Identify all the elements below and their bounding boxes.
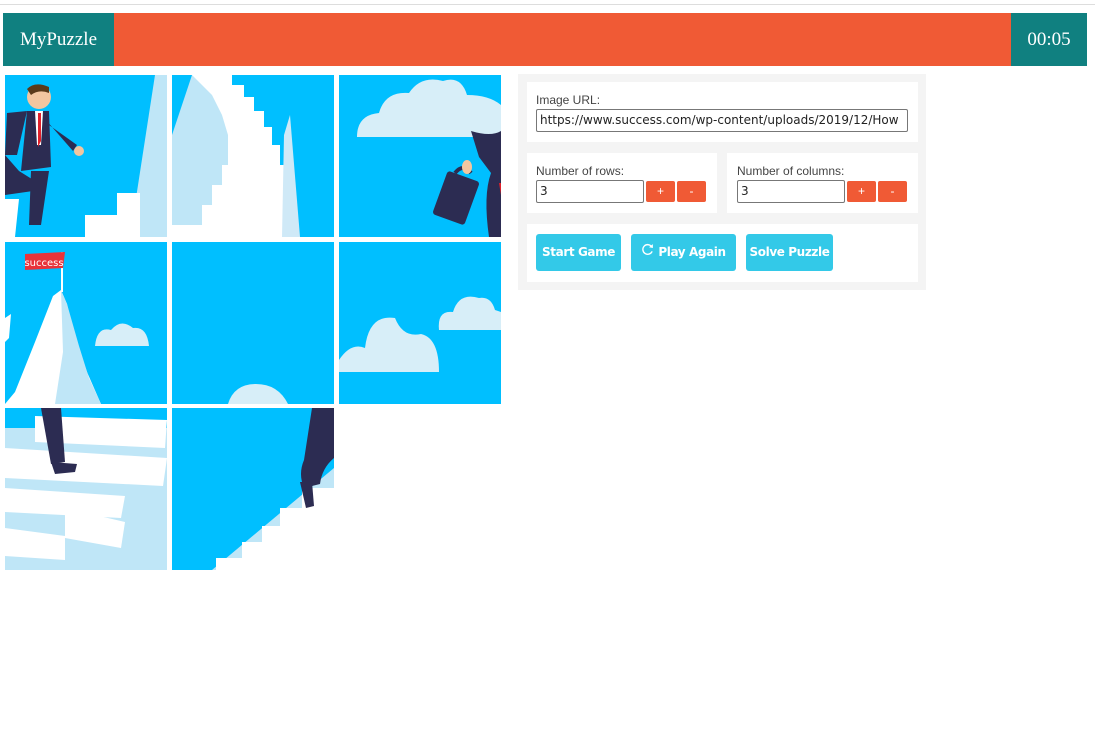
controls-panel: Image URL: https://www.success.com/wp-co… — [518, 74, 926, 290]
puzzle-tile[interactable] — [339, 75, 501, 237]
rows-card: Number of rows: 3 + - — [527, 153, 717, 213]
rows-increment-button[interactable]: + — [646, 181, 675, 202]
puzzle-tile[interactable] — [172, 75, 334, 237]
image-url-input[interactable]: https://www.success.com/wp-content/uploa… — [536, 109, 908, 132]
tile-clouds-image — [339, 242, 501, 404]
app-brand: MyPuzzle — [3, 13, 114, 66]
rows-label: Number of rows: — [536, 164, 625, 178]
puzzle-tile[interactable] — [172, 408, 334, 570]
columns-increment-button[interactable]: + — [847, 181, 876, 202]
tile-sky-image — [172, 242, 334, 404]
flag-label: success — [24, 258, 63, 269]
refresh-icon — [641, 234, 654, 271]
tile-cloud-briefcase-image — [339, 75, 501, 237]
start-game-button[interactable]: Start Game — [536, 234, 621, 271]
empty-slot[interactable] — [339, 408, 501, 570]
play-again-label: Play Again — [658, 245, 726, 259]
tile-peak-flag-image: success — [5, 242, 167, 404]
window-top-border — [0, 4, 1095, 5]
rows-input[interactable]: 3 — [536, 180, 644, 203]
tile-man-running-image — [5, 75, 167, 237]
puzzle-tile[interactable] — [5, 75, 167, 237]
puzzle-tile[interactable] — [339, 242, 501, 404]
columns-card: Number of columns: 3 + - — [727, 153, 918, 213]
puzzle-tile[interactable] — [172, 242, 334, 404]
tile-stairs-foot-image — [5, 408, 167, 570]
tile-staircase-image — [172, 75, 334, 237]
app-header: MyPuzzle 00:05 — [3, 13, 1087, 66]
image-url-label: Image URL: — [536, 93, 601, 107]
tile-stairs-legs-image — [172, 408, 334, 570]
game-timer: 00:05 — [1011, 13, 1087, 66]
puzzle-tile[interactable]: success — [5, 242, 167, 404]
image-url-card: Image URL: https://www.success.com/wp-co… — [527, 82, 918, 142]
puzzle-board: success — [5, 75, 502, 571]
columns-input[interactable]: 3 — [737, 180, 845, 203]
puzzle-tile[interactable] — [5, 408, 167, 570]
play-again-button[interactable]: Play Again — [631, 234, 736, 271]
rows-decrement-button[interactable]: - — [677, 181, 706, 202]
columns-label: Number of columns: — [737, 164, 845, 178]
columns-decrement-button[interactable]: - — [878, 181, 907, 202]
solve-puzzle-button[interactable]: Solve Puzzle — [746, 234, 833, 271]
